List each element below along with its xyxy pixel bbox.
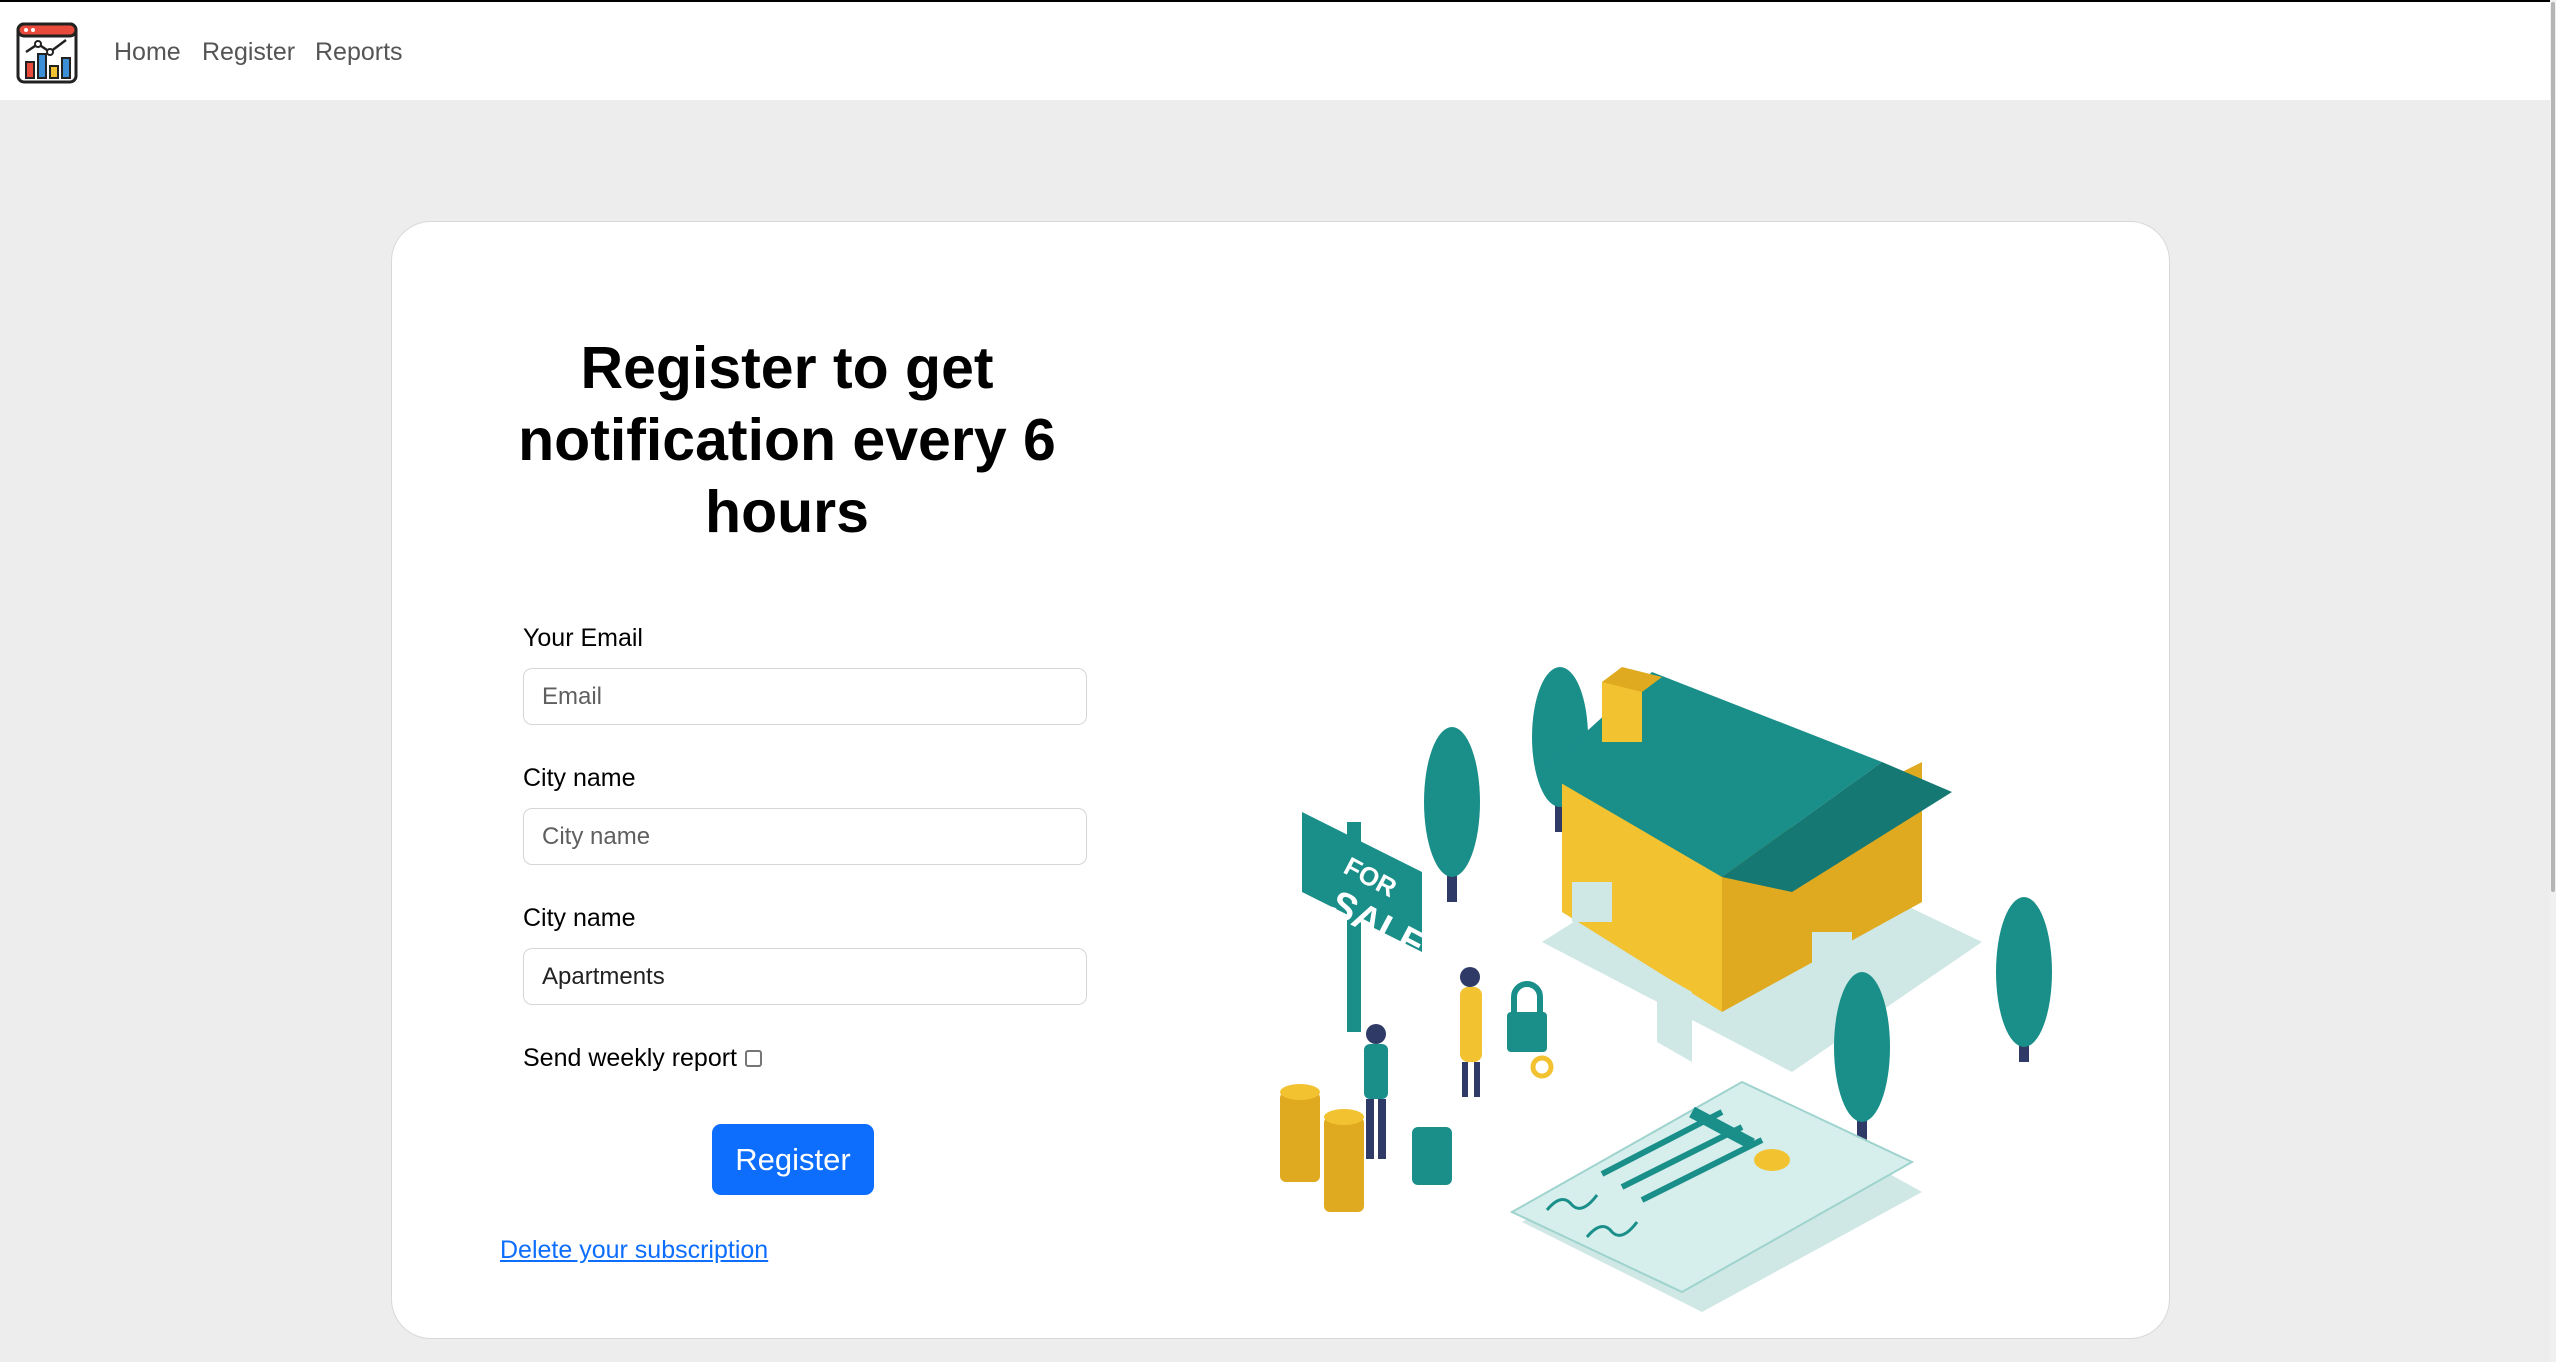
delete-subscription-link[interactable]: Delete your subscription bbox=[500, 1236, 768, 1265]
top-navbar: Home Register Reports bbox=[0, 0, 2550, 100]
city-input[interactable] bbox=[523, 808, 1087, 865]
city-label: City name bbox=[523, 764, 636, 792]
register-button[interactable]: Register bbox=[712, 1124, 874, 1195]
scrollbar-thumb[interactable] bbox=[2551, 2, 2555, 892]
key-icon bbox=[1530, 1055, 1554, 1079]
page-scrollbar[interactable] bbox=[2550, 0, 2556, 1362]
woman-icon bbox=[1460, 967, 1482, 1097]
nav-home-link[interactable]: Home bbox=[114, 38, 181, 67]
property-type-label: City name bbox=[523, 904, 636, 932]
weekly-report-checkbox[interactable] bbox=[745, 1050, 763, 1067]
analytics-logo-icon[interactable] bbox=[16, 22, 78, 84]
weekly-report-label: Send weekly report bbox=[523, 1044, 738, 1072]
register-card: Register to get notification every 6 hou… bbox=[391, 221, 2170, 1339]
house-for-sale-illustration: FOR SALE bbox=[1280, 667, 2052, 1312]
man-icon bbox=[1364, 1024, 1388, 1159]
nav-register-link[interactable]: Register bbox=[202, 38, 295, 67]
email-input[interactable] bbox=[523, 668, 1087, 725]
page-title: Register to get notification every 6 hou… bbox=[518, 335, 1056, 545]
suitcase-icon bbox=[1412, 1127, 1452, 1185]
email-label: Your Email bbox=[523, 624, 643, 652]
coins-icon bbox=[1280, 1084, 1364, 1212]
nav-reports-link[interactable]: Reports bbox=[315, 38, 403, 67]
property-type-input[interactable] bbox=[523, 948, 1087, 1005]
padlock-icon bbox=[1507, 1012, 1547, 1052]
weekly-report-row: Send weekly report bbox=[523, 1044, 763, 1073]
